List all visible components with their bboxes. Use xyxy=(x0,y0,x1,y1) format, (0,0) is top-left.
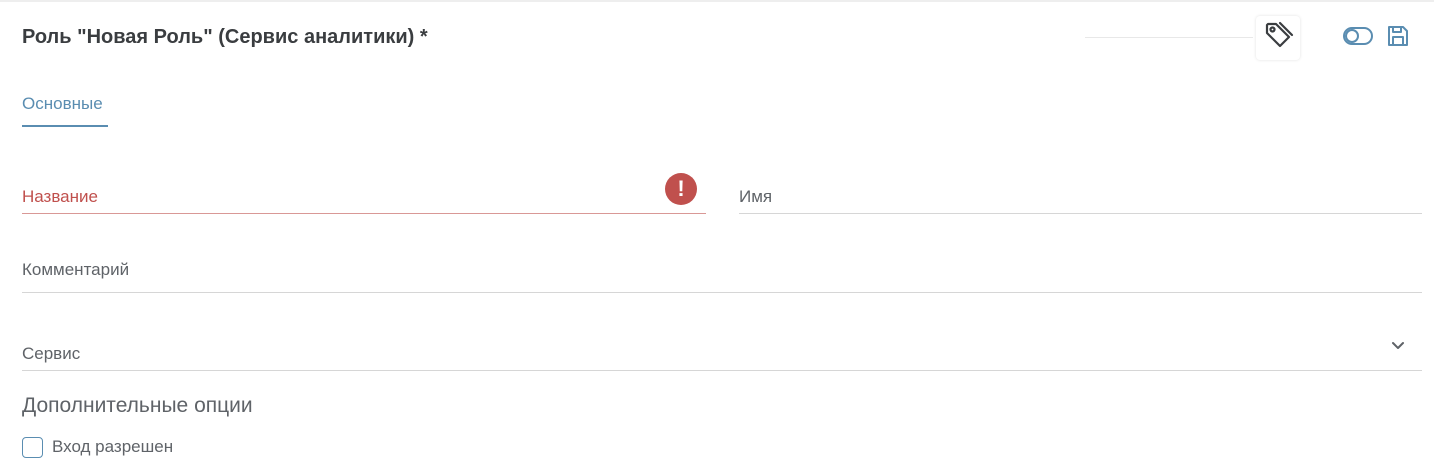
imya-field-underline xyxy=(739,213,1422,214)
tab-main-label: Основные xyxy=(22,94,103,113)
comment-field-label: Комментарий xyxy=(22,260,130,279)
toggle-button[interactable] xyxy=(1342,26,1374,50)
toggle-icon xyxy=(1343,26,1373,50)
service-select[interactable]: Сервис xyxy=(22,330,1422,372)
login-allowed-option[interactable]: Вход разрешен xyxy=(22,436,173,458)
service-select-underline xyxy=(22,370,1422,371)
tab-active-indicator xyxy=(22,125,108,127)
login-allowed-checkbox[interactable] xyxy=(22,436,43,458)
imya-field[interactable]: Имя xyxy=(739,170,1422,216)
tag-icon xyxy=(1262,20,1294,57)
imya-field-label: Имя xyxy=(739,187,773,206)
tab-main[interactable]: Основные xyxy=(22,94,108,127)
chevron-down-icon[interactable] xyxy=(1388,336,1408,356)
tags-button[interactable] xyxy=(1256,16,1300,60)
comment-field-underline xyxy=(22,292,1422,293)
header-divider xyxy=(1085,37,1253,38)
name-field-underline xyxy=(22,213,706,214)
additional-options-heading: Дополнительные опции xyxy=(22,394,253,417)
service-select-label: Сервис xyxy=(22,344,81,363)
save-icon xyxy=(1386,24,1410,53)
top-divider xyxy=(0,0,1434,2)
page-title: Роль "Новая Роль" (Сервис аналитики) * xyxy=(22,26,428,48)
save-button[interactable] xyxy=(1384,24,1412,52)
error-icon: ! xyxy=(665,173,697,205)
comment-field[interactable]: Комментарий xyxy=(22,250,1422,294)
name-field-label: Название xyxy=(22,187,98,206)
login-allowed-label: Вход разрешен xyxy=(52,437,174,456)
name-field[interactable]: Название ! xyxy=(22,170,706,216)
